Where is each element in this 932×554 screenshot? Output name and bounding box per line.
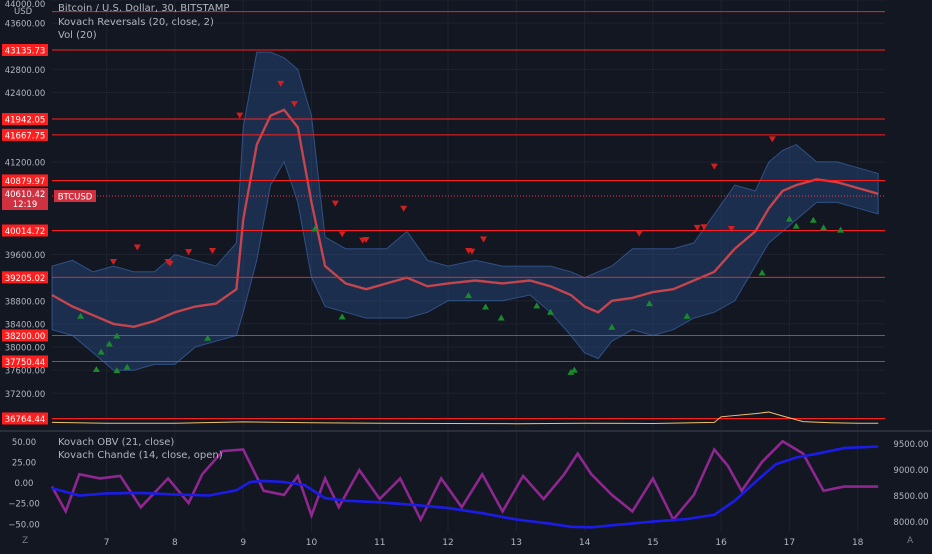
kovach-reversals-legend: Kovach Reversals (20, close, 2) xyxy=(58,17,214,28)
pane-y2-tick-label: 8000.00 xyxy=(893,518,928,528)
reversal-down-marker xyxy=(331,200,339,207)
y-tick-label: 41200.00 xyxy=(5,158,46,168)
x-tick-label: 10 xyxy=(306,538,318,548)
reversal-up-marker xyxy=(570,366,578,373)
x-tick-label: 18 xyxy=(852,538,864,548)
chart-title: Bitcoin / U.S. Dollar, 30, BITSTAMP xyxy=(58,3,230,14)
y-tick-label: 38000.00 xyxy=(5,344,46,354)
pane-y-tick-label: 0.00 xyxy=(15,479,34,489)
current-price-label: 40610.42 xyxy=(5,190,46,200)
kovach-band xyxy=(51,51,879,371)
reversal-down-marker xyxy=(635,230,643,237)
y-tick-label: 37600.00 xyxy=(5,367,46,377)
level-price-label: 41942.05 xyxy=(5,116,46,126)
reversal-up-marker xyxy=(92,366,100,373)
y-tick-label: 42800.00 xyxy=(5,66,46,76)
x-tick-label: 11 xyxy=(374,538,385,548)
reversal-down-marker xyxy=(710,163,718,170)
reversal-up-marker xyxy=(338,313,346,320)
symbol-label: BTCUSD xyxy=(58,193,93,203)
reversal-down-marker xyxy=(338,231,346,238)
y-tick-label: 38800.00 xyxy=(5,297,46,307)
reversal-up-marker xyxy=(497,314,505,321)
x-tick-label: 17 xyxy=(784,538,795,548)
level-price-label: 38200.00 xyxy=(5,332,46,342)
x-tick-label: 14 xyxy=(579,538,591,548)
reversal-up-marker xyxy=(820,224,828,231)
x-tick-label: 13 xyxy=(511,538,522,548)
reversal-up-marker xyxy=(809,216,817,223)
x-tick-label: 7 xyxy=(104,538,110,548)
y-tick-label: 37200.00 xyxy=(5,390,46,400)
reversal-up-marker xyxy=(758,269,766,276)
level-price-label: 40879.97 xyxy=(5,177,46,187)
chart-stage: 43135.73 41942.05 41667.75 40879.97 40014.72… xyxy=(0,0,932,550)
reversal-down-marker xyxy=(208,248,216,255)
pane-y-tick-label: −50.00 xyxy=(8,520,39,530)
pane-y2-tick-label: 9000.00 xyxy=(893,466,928,476)
reversal-down-marker xyxy=(693,224,701,231)
pane-y2-tick-label: 8500.00 xyxy=(893,492,928,502)
reversal-down-marker xyxy=(133,244,141,251)
level-price-label: 41667.75 xyxy=(5,131,46,141)
y-tick-label: 38400.00 xyxy=(5,320,46,330)
x-tick-label: 12 xyxy=(442,538,453,548)
auto-scale-icon[interactable]: A xyxy=(907,536,913,546)
y-axis-unit: USD xyxy=(14,7,33,17)
reversal-down-marker xyxy=(109,259,117,266)
y-tick-label: 39600.00 xyxy=(5,251,46,261)
x-tick-label: 16 xyxy=(715,538,727,548)
level-price-label: 36764.44 xyxy=(5,415,46,425)
bar-countdown: 12:19 xyxy=(13,200,38,210)
pane-y-tick-label: 25.00 xyxy=(12,458,36,468)
reversal-up-marker xyxy=(482,303,490,310)
kovach-obv-legend: Kovach OBV (21, close) xyxy=(58,437,175,448)
reversal-down-marker xyxy=(236,112,244,119)
reversal-up-marker xyxy=(792,222,800,229)
reversal-down-marker xyxy=(768,136,776,143)
pane-y-tick-label: 50.00 xyxy=(12,438,36,448)
x-tick-label: 9 xyxy=(240,538,246,548)
pane-y-tick-label: −25.00 xyxy=(8,500,39,510)
chart-canvas[interactable]: 43135.73 41942.05 41667.75 40879.97 40014.72… xyxy=(0,0,932,550)
timezone-icon[interactable]: Z xyxy=(22,536,28,546)
y-tick-label: 43600.00 xyxy=(5,20,46,30)
level-price-label: 39205.02 xyxy=(5,274,46,284)
level-price-label: 43135.73 xyxy=(5,46,46,56)
x-tick-label: 8 xyxy=(172,538,178,548)
kovach-chande-legend: Kovach Chande (14, close, open) xyxy=(58,450,223,461)
y-tick-label: 42400.00 xyxy=(5,89,46,99)
pane-y2-tick-label: 9500.00 xyxy=(893,440,928,450)
reversal-down-marker xyxy=(400,205,408,212)
x-tick-label: 15 xyxy=(647,538,658,548)
reversal-up-marker xyxy=(837,226,845,233)
level-price-label: 40014.72 xyxy=(5,227,46,237)
volume-legend: Vol (20) xyxy=(58,30,97,41)
reversal-down-marker xyxy=(480,236,488,243)
volume-line xyxy=(51,411,879,425)
